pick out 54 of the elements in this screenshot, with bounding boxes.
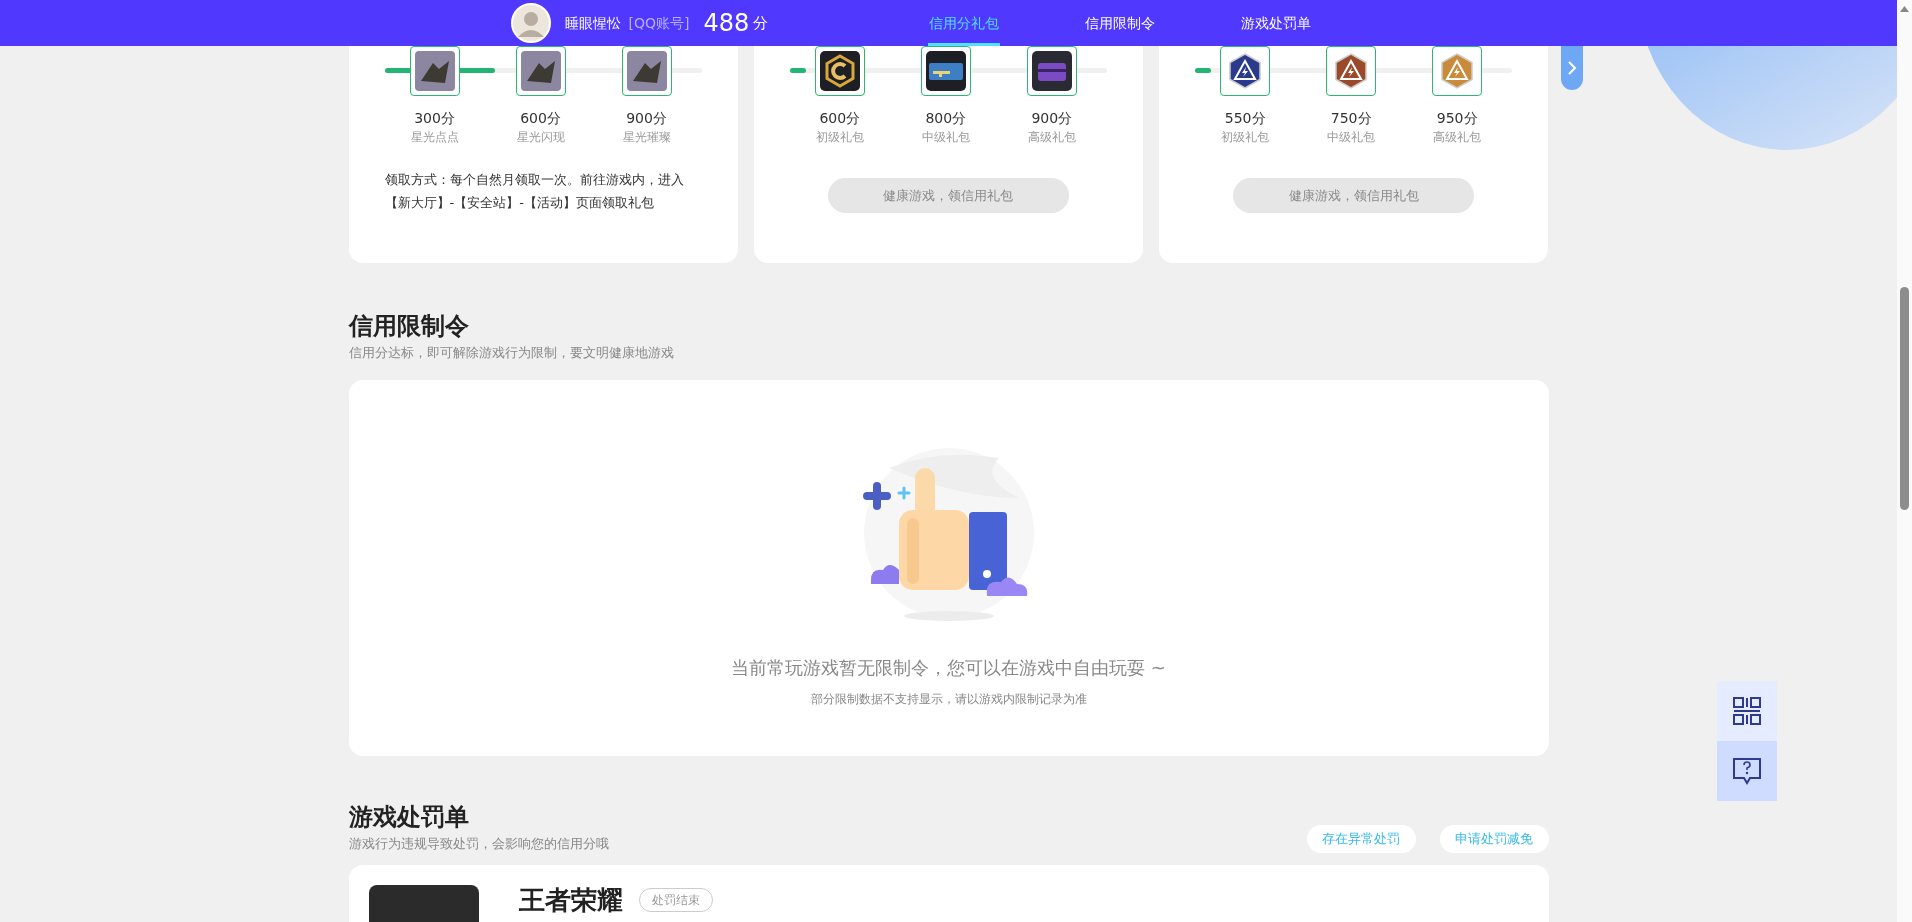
- section-subtitle: 游戏行为违规导致处罚，会影响您的信用分哦: [348, 835, 609, 853]
- reward-name: 星光闪现: [516, 129, 565, 146]
- scrollbar-thumb[interactable]: [1900, 287, 1909, 510]
- game-title: 王者荣耀: [518, 885, 623, 915]
- reward-tile[interactable]: [515, 46, 566, 96]
- reward-tile[interactable]: [621, 46, 672, 96]
- crate-icon: [1031, 51, 1072, 91]
- item-photo-placeholder: [626, 51, 667, 91]
- item-photo-placeholder: [414, 51, 455, 91]
- section-subtitle: 信用分达标，即可解除游戏行为限制，要文明健康地游戏: [348, 344, 675, 362]
- reward-name: 星光点点: [410, 129, 459, 146]
- reward-name: 中级礼包: [1327, 129, 1376, 146]
- empty-note: 部分限制数据不支持显示，请以游戏内限制记录为准: [810, 691, 1087, 708]
- reward-points: 300分: [414, 109, 455, 128]
- credit-score: 488: [703, 11, 750, 35]
- reward-name: 中级礼包: [921, 129, 970, 146]
- reward-tile[interactable]: [814, 46, 865, 96]
- claim-instructions: 领取方式：每个自然月领取一次。前往游戏内，进入【新大厅】-【安全站】-【活动】页面领取礼包: [384, 171, 685, 212]
- item-photo-placeholder: [520, 51, 561, 91]
- reward-name: 星光璀璨: [622, 129, 671, 146]
- section-title: 信用限制令: [348, 311, 470, 341]
- section-title: 游戏处罚单: [348, 802, 470, 832]
- reward-points: 900分: [626, 109, 667, 128]
- reward-tile[interactable]: [920, 46, 971, 96]
- reward-points: 900分: [1031, 109, 1073, 128]
- qr-code-icon: [1732, 696, 1762, 726]
- help-button[interactable]: [1717, 741, 1777, 801]
- reward-points: 600分: [520, 109, 561, 128]
- reward-name: 高级礼包: [1433, 129, 1482, 146]
- reward-points: 950分: [1436, 109, 1478, 128]
- reward-points: 550分: [1224, 109, 1266, 128]
- reward-tile[interactable]: [1026, 46, 1077, 96]
- hexagon-badge-icon: [819, 51, 860, 91]
- reward-name: 高级礼包: [1027, 129, 1076, 146]
- reward-name: 初级礼包: [815, 129, 864, 146]
- user-name: 睡眼惺忪: [564, 13, 621, 33]
- help-icon: [1732, 756, 1762, 786]
- reward-points: 600分: [819, 109, 861, 128]
- account-type: [QQ账号]: [628, 13, 690, 33]
- gun-card-icon: [925, 51, 966, 91]
- reward-points: 800分: [925, 109, 967, 128]
- action-link-button[interactable]: 存在异常处罚: [1306, 825, 1416, 853]
- reward-points: 750分: [1330, 109, 1372, 128]
- avatar-icon[interactable]: [510, 3, 551, 43]
- chevron-right-icon: [1566, 60, 1577, 76]
- qr-code-button[interactable]: [1717, 681, 1777, 741]
- reward-name: 初级礼包: [1221, 129, 1270, 146]
- action-link-button[interactable]: 申请处罚减免: [1439, 825, 1549, 853]
- scroll-up-arrow-icon[interactable]: [1900, 6, 1909, 12]
- nav-tab[interactable]: 游戏处罚单: [1239, 0, 1312, 46]
- nav-tab[interactable]: 信用限制令: [1083, 0, 1156, 46]
- reward-tile[interactable]: [409, 46, 460, 96]
- score-unit: 分: [753, 12, 769, 34]
- empty-message: 当前常玩游戏暂无限制令，您可以在游戏中自由玩耍 ~: [731, 656, 1166, 680]
